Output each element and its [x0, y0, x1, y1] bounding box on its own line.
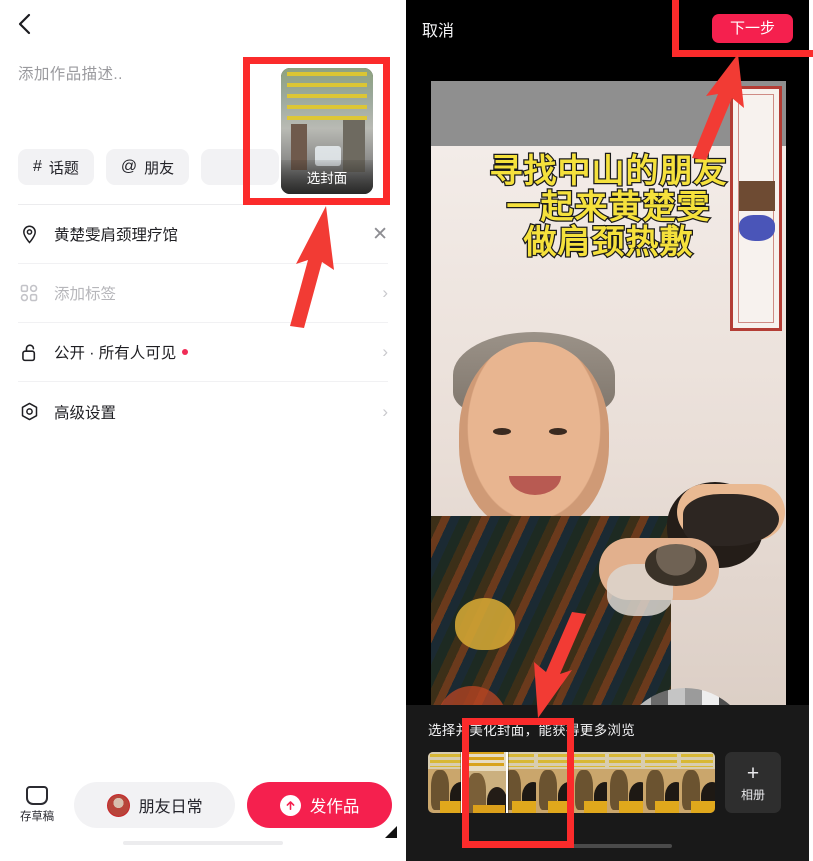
topic-chip[interactable]: # 话题	[18, 149, 94, 185]
chevron-right-icon: ›	[382, 342, 388, 361]
person-face	[459, 342, 609, 532]
option-advanced[interactable]: 高级设置 ›	[18, 382, 388, 441]
friend-daily-label: 朋友日常	[138, 799, 203, 816]
person-eye-right	[549, 428, 567, 435]
overlay-line-1: 寻找中山的朋友	[488, 151, 728, 190]
avatar	[106, 793, 130, 817]
cover-preview-card[interactable]: 选封面	[281, 68, 373, 194]
back-row	[0, 0, 406, 48]
thumb-yellow-cloth	[655, 801, 680, 813]
cover-frame-thumb[interactable]	[607, 752, 644, 813]
close-icon[interactable]: ✕	[372, 225, 388, 244]
topic-chip-label: 话题	[48, 159, 79, 177]
mosaic-cell	[736, 688, 753, 705]
sel-thumb-text	[465, 752, 504, 768]
option-visibility[interactable]: 公开 · 所有人可见 ›	[18, 323, 388, 382]
mosaic-cell	[668, 688, 685, 705]
mosaic-cell	[685, 688, 702, 705]
thumb-yellow-cloth	[583, 801, 608, 813]
mosaic-blur-region	[617, 688, 753, 705]
hash-icon: #	[33, 158, 42, 175]
cover-selection-panel: 取消 下一步 寻找中山的朋友 一起来黄楚雯 做肩颈热敷 选择并美化封面，能获得更…	[406, 0, 809, 861]
mosaic-cell	[702, 688, 719, 705]
option-visibility-text: 公开 · 所有人可见	[54, 345, 177, 362]
unlock-icon	[18, 341, 40, 363]
cover-topbar: 取消 下一步	[406, 0, 809, 57]
third-chip-obscured[interactable]	[201, 149, 280, 185]
option-add-tag-label: 添加标签	[54, 286, 117, 303]
publish-label: 发作品	[309, 798, 360, 816]
plus-icon: +	[746, 761, 760, 785]
cover-frame-thumb[interactable]	[535, 752, 572, 813]
cover-strip-row: + 相册	[406, 739, 809, 813]
friend-daily-button[interactable]: 朋友日常	[74, 782, 236, 828]
cover-frame-strip[interactable]	[428, 752, 715, 813]
cover-select-label[interactable]: 选封面	[281, 167, 373, 187]
video-preview[interactable]: 寻找中山的朋友 一起来黄楚雯 做肩颈热敷	[431, 81, 786, 705]
cancel-button[interactable]: 取消	[422, 17, 454, 41]
person-eye-left	[493, 428, 511, 435]
options-list: 黄楚雯肩颈理疗馆 ✕ 添加标签 › 公开 · 所有人可见 › 高级设置 ›	[0, 205, 406, 441]
thumb-yellow-cloth	[511, 801, 536, 813]
advanced-settings-icon	[18, 401, 40, 423]
status-dot	[182, 349, 189, 355]
chevron-left-icon[interactable]	[12, 11, 38, 37]
thumb-yellow-cloth	[547, 801, 572, 813]
publish-editor-panel: 添加作品描述.. # 话题 @ 朋友 黄楚雯肩颈理疗馆 ✕ 添加标签 › 公开 …	[0, 0, 406, 861]
overlay-line-3: 做肩颈热敷	[522, 222, 694, 262]
cover-thumbnail-text-overlay	[287, 72, 367, 122]
video-text-overlay: 寻找中山的朋友 一起来黄楚雯 做肩颈热敷	[431, 151, 786, 262]
cover-frame-thumb[interactable]	[679, 752, 715, 813]
thumb-text-overlay	[573, 754, 606, 767]
option-advanced-label: 高级设置	[54, 404, 117, 422]
upload-arrow-icon	[279, 794, 301, 816]
thumb-yellow-cloth	[691, 801, 715, 813]
overlay-line-2: 一起来黄楚雯	[505, 186, 711, 226]
at-icon: @	[120, 158, 138, 175]
friend-chip[interactable]: @ 朋友	[105, 149, 190, 185]
cover-picker: 选择并美化封面，能获得更多浏览 + 相册	[406, 705, 809, 861]
option-location-label: 黄楚雯肩颈理疗馆	[54, 227, 179, 244]
option-visibility-label: 公开 · 所有人可见	[54, 341, 368, 363]
mosaic-cell	[719, 688, 736, 705]
home-indicator	[543, 844, 672, 848]
cover-frame-thumb[interactable]	[428, 752, 464, 813]
album-button[interactable]: + 相册	[725, 752, 781, 813]
album-label: 相册	[740, 787, 765, 802]
treatment-bowl	[645, 544, 707, 586]
corner-mark-icon	[384, 825, 398, 839]
mosaic-cell	[634, 688, 651, 705]
mosaic-cell	[651, 688, 668, 705]
draft-box-icon	[26, 786, 48, 805]
cover-frame-thumb[interactable]	[643, 752, 680, 813]
chevron-right-icon: ›	[382, 283, 388, 302]
sel-thumb-yellow	[473, 805, 505, 813]
thumb-text-overlay	[430, 754, 462, 767]
save-draft-button[interactable]: 存草稿	[12, 786, 62, 824]
thumb-text-overlay	[645, 754, 678, 767]
thumb-text-overlay	[681, 754, 713, 767]
tag-grid-icon	[18, 282, 40, 304]
dress-pattern-a	[455, 598, 515, 650]
save-draft-label: 存草稿	[20, 811, 54, 823]
screen-root: 添加作品描述.. # 话题 @ 朋友 黄楚雯肩颈理疗馆 ✕ 添加标签 › 公开 …	[0, 0, 813, 861]
publish-button[interactable]: 发作品	[247, 782, 393, 828]
home-indicator	[123, 841, 283, 845]
next-step-button[interactable]: 下一步	[711, 14, 793, 43]
option-add-tag[interactable]: 添加标签 ›	[18, 264, 388, 323]
mosaic-cell	[617, 688, 634, 705]
cover-frame-thumb[interactable]	[571, 752, 608, 813]
selected-cover-thumb[interactable]	[461, 752, 508, 813]
thumb-text-overlay	[537, 754, 570, 767]
cover-hint-text: 选择并美化封面，能获得更多浏览	[428, 723, 635, 738]
option-location[interactable]: 黄楚雯肩颈理疗馆 ✕	[18, 205, 388, 264]
bottom-action-bar: 存草稿 朋友日常 发作品	[0, 770, 406, 861]
chevron-right-icon: ›	[382, 401, 388, 421]
thumb-text-overlay	[609, 754, 642, 767]
thumb-yellow-cloth	[619, 801, 644, 813]
friend-chip-label: 朋友	[144, 159, 175, 177]
location-pin-icon	[18, 223, 40, 245]
